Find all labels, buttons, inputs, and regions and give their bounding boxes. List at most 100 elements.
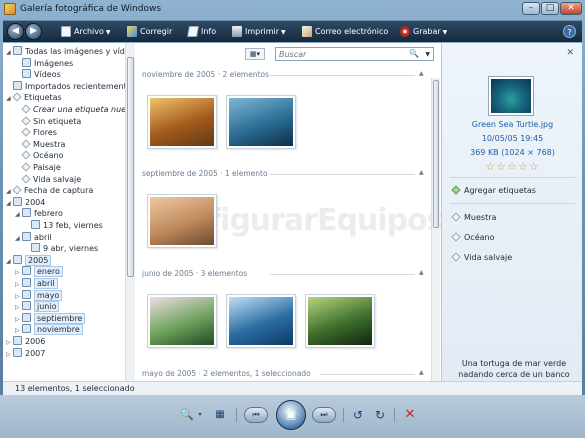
tree-item[interactable]: ◢ 2004 xyxy=(6,196,45,209)
tree-item[interactable]: ▷ junio xyxy=(15,301,60,313)
previous-button[interactable]: ⏮ xyxy=(244,407,268,423)
tree-item-label: Vídeos xyxy=(34,70,61,80)
tree-item[interactable]: Imágenes xyxy=(15,57,73,69)
tree-item[interactable]: ◢ Fecha de captura xyxy=(6,185,93,196)
collapse-group-icon[interactable]: ▲ xyxy=(419,269,424,276)
menu-imprimir[interactable]: Imprimir ▼ xyxy=(232,25,286,39)
rating-stars[interactable]: ☆☆☆☆☆ xyxy=(442,160,583,173)
search-dropdown-icon[interactable]: ▼ xyxy=(425,49,430,60)
expand-toggle-icon[interactable]: ▷ xyxy=(6,349,13,360)
search-icon[interactable]: 🔍 xyxy=(409,49,419,58)
expand-toggle-icon[interactable]: ◢ xyxy=(6,186,13,197)
collapse-group-icon[interactable]: ▲ xyxy=(419,169,424,176)
maximize-button[interactable]: □ xyxy=(541,2,559,15)
photo-thumbnail[interactable] xyxy=(147,294,217,348)
add-tags-link[interactable]: Agregar etiquetas xyxy=(451,185,536,195)
tree-item[interactable]: Océano xyxy=(15,150,63,161)
group-header[interactable]: septiembre de 2005 · 1 elemento xyxy=(142,169,268,179)
tree-item[interactable]: ▷ 2006 xyxy=(6,336,45,347)
expand-toggle-icon[interactable]: ▷ xyxy=(15,314,22,325)
tree-item[interactable]: ◢ febrero xyxy=(15,208,63,219)
tree-item[interactable]: 9 abr, viernes xyxy=(24,243,98,254)
tree-item[interactable]: ◢ Todas las imágenes y vídeos xyxy=(6,46,125,57)
info-pane-close-button[interactable]: ✕ xyxy=(566,48,574,58)
tree-item[interactable]: ▷ 2007 xyxy=(6,347,45,360)
file-name[interactable]: Green Sea Turtle.jpg xyxy=(442,120,583,129)
tree-item[interactable]: ▷ abril xyxy=(15,278,58,289)
zoom-button[interactable]: 🔍 xyxy=(176,405,198,425)
delete-button[interactable]: ✕ xyxy=(402,405,418,425)
tree-item[interactable]: ▷ mayo xyxy=(15,289,63,302)
tree-item[interactable]: Vida salvaje xyxy=(15,174,81,185)
tree-item[interactable]: Sin etiqueta xyxy=(15,116,81,127)
expand-toggle-icon[interactable]: ▷ xyxy=(15,279,22,290)
photo-thumbnail[interactable] xyxy=(305,294,375,348)
group-header[interactable]: junio de 2005 · 3 elementos xyxy=(142,269,247,279)
info-button[interactable]: Info xyxy=(187,25,216,39)
expand-toggle-icon[interactable]: ▷ xyxy=(15,325,22,336)
minimize-button[interactable]: – xyxy=(522,2,540,15)
expand-toggle-icon[interactable]: ◢ xyxy=(15,233,22,244)
group-header[interactable]: noviembre de 2005 · 2 elementos xyxy=(142,70,269,80)
tag-item[interactable]: Vida salvaje xyxy=(451,252,512,262)
collapse-group-icon[interactable]: ▲ xyxy=(419,70,424,77)
tree-item[interactable]: ▷ noviembre xyxy=(15,324,83,336)
tree-item[interactable]: Paisaje xyxy=(15,162,61,173)
tree-item[interactable]: ▷ enero xyxy=(15,266,63,278)
tag-item[interactable]: Muestra xyxy=(451,212,496,222)
tree-item[interactable]: Importados recientemente xyxy=(6,80,125,92)
slideshow-button[interactable]: ▣ xyxy=(276,400,306,430)
tree-item[interactable]: Crear una etiqueta nueva xyxy=(15,104,125,115)
email-button[interactable]: Correo electrónico xyxy=(302,25,388,39)
thumbnail-scrollbar-thumb[interactable] xyxy=(433,80,439,228)
expand-toggle-icon[interactable]: ▷ xyxy=(15,302,22,313)
file-date[interactable]: 10/05/05 19:45 xyxy=(442,134,583,143)
tree-item[interactable]: ▷ septiembre xyxy=(15,312,86,325)
next-button[interactable]: ⏭ xyxy=(312,407,336,423)
tree-item[interactable]: ◢ abril xyxy=(15,231,52,244)
menu-archivo[interactable]: Archivo ▼ xyxy=(61,25,111,39)
rotate-left-button[interactable]: ↺ xyxy=(350,405,366,425)
tree-item[interactable]: ◢ Etiquetas xyxy=(6,92,62,103)
group-header[interactable]: mayo de 2005 · 2 elementos, 1 selecciona… xyxy=(142,369,311,379)
title-bar[interactable]: Galería fotográfica de Windows – □ ✕ xyxy=(0,0,585,20)
thumbnail-scrollbar[interactable] xyxy=(431,78,440,381)
navigation-scrollbar[interactable] xyxy=(125,43,135,381)
view-options-button[interactable]: ▦▾ xyxy=(245,48,265,60)
expand-toggle-icon[interactable]: ◢ xyxy=(15,209,22,220)
actual-size-button[interactable]: ▦ xyxy=(213,405,227,425)
tree-item[interactable]: Flores xyxy=(15,127,57,138)
search-input[interactable] xyxy=(276,48,404,60)
help-button[interactable]: ? xyxy=(563,25,576,38)
expand-toggle-icon[interactable]: ◢ xyxy=(6,47,13,58)
photo-thumbnail[interactable] xyxy=(226,95,296,149)
search-box[interactable]: 🔍 ▼ xyxy=(275,47,434,61)
photo-thumbnail[interactable] xyxy=(147,194,217,248)
expand-toggle-icon[interactable]: ▷ xyxy=(6,337,13,348)
menu-grabar[interactable]: Grabar ▼ xyxy=(400,25,447,39)
group-divider xyxy=(270,75,415,76)
expand-toggle-icon[interactable]: ▷ xyxy=(15,267,22,278)
zoom-menu-icon[interactable]: ▾ xyxy=(196,405,204,425)
expand-toggle-icon[interactable]: ◢ xyxy=(6,198,13,209)
expand-toggle-icon[interactable]: ▷ xyxy=(15,291,22,302)
tag-item[interactable]: Océano xyxy=(451,232,494,242)
photo-thumbnail[interactable] xyxy=(226,294,296,348)
menu-grabar-label: Grabar xyxy=(413,27,441,36)
expand-toggle-icon[interactable]: ◢ xyxy=(6,256,13,267)
tree-item[interactable]: 13 feb, viernes xyxy=(24,220,103,231)
expand-toggle-icon[interactable]: ◢ xyxy=(6,93,13,104)
forward-button[interactable]: ▶ xyxy=(25,23,42,40)
navigation-scrollbar-thumb[interactable] xyxy=(127,57,134,277)
divider xyxy=(450,177,575,178)
tree-item[interactable]: Muestra xyxy=(15,139,65,150)
tag-icon xyxy=(21,127,31,137)
tree-item[interactable]: ◢ 2005 xyxy=(6,254,52,267)
tree-item[interactable]: Vídeos xyxy=(15,69,61,80)
collapse-group-icon[interactable]: ▲ xyxy=(419,369,424,376)
rotate-right-button[interactable]: ↻ xyxy=(372,405,388,425)
back-button[interactable]: ◀ xyxy=(7,23,24,40)
fix-button[interactable]: Corregir xyxy=(127,25,172,39)
photo-thumbnail[interactable] xyxy=(147,95,217,149)
close-button[interactable]: ✕ xyxy=(560,2,582,15)
